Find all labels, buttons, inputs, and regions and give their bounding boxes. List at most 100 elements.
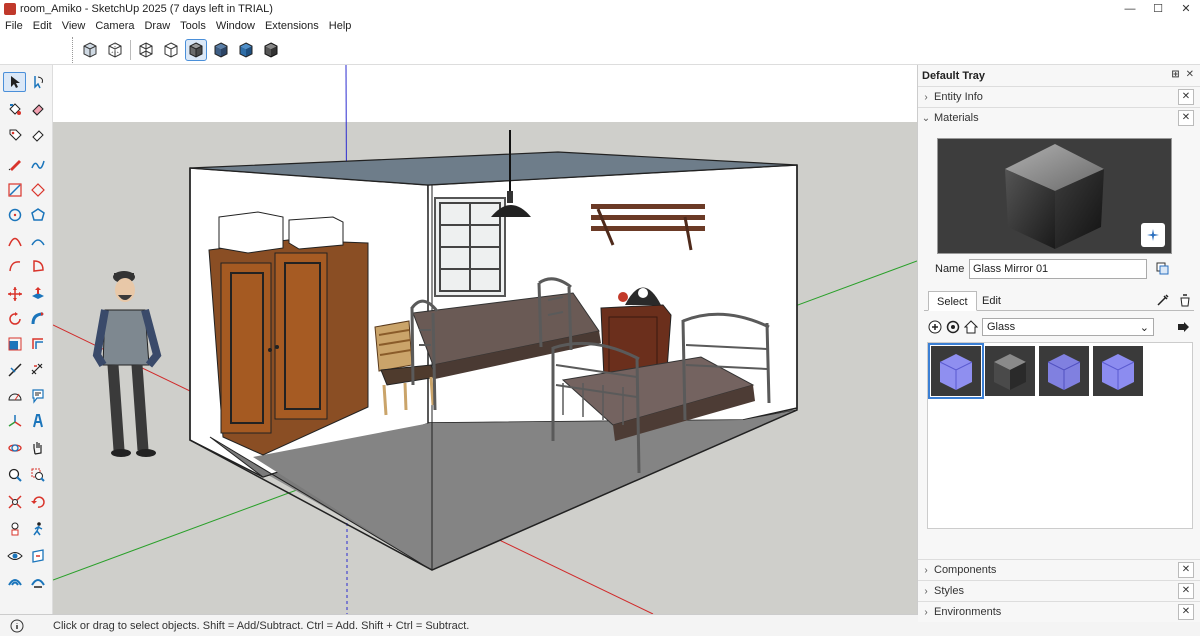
wireframe-style-button[interactable]: [135, 39, 157, 61]
monochrome-style-button[interactable]: [235, 39, 257, 61]
rectangle-tool[interactable]: [3, 180, 26, 200]
details-arrow-icon[interactable]: [1176, 320, 1190, 334]
sparkle-icon[interactable]: [1141, 223, 1165, 247]
add-plus-circle-icon[interactable]: [928, 320, 942, 334]
panel-environments[interactable]: › Environments ✕: [918, 601, 1200, 622]
arc-3pt-tool[interactable]: [3, 256, 26, 276]
menu-file[interactable]: File: [0, 20, 28, 32]
menu-edit[interactable]: Edit: [28, 20, 57, 32]
menu-draw[interactable]: Draw: [139, 20, 175, 32]
section-display-tool[interactable]: [3, 571, 26, 591]
rotate-tool[interactable]: [3, 309, 26, 329]
section-plane-tool[interactable]: [26, 546, 49, 566]
maximize-button[interactable]: ☐: [1144, 0, 1172, 18]
look-around-tool[interactable]: [3, 546, 26, 566]
pie-tool[interactable]: [26, 256, 49, 276]
swatch-glass-dark[interactable]: [985, 346, 1035, 396]
pencil-tool[interactable]: [3, 154, 26, 174]
close-panel-icon[interactable]: ✕: [1178, 562, 1194, 578]
model-viewport[interactable]: [53, 65, 917, 614]
swatch-glass-blue-2[interactable]: [1039, 346, 1089, 396]
tab-edit[interactable]: Edit: [974, 291, 1009, 311]
menu-window[interactable]: Window: [211, 20, 260, 32]
rotated-rectangle-tool[interactable]: [26, 180, 49, 200]
text-label-icon: [31, 389, 44, 404]
arc-2pt-tool[interactable]: [26, 231, 49, 251]
ambient-occlusion-style-button[interactable]: [260, 39, 282, 61]
panel-components[interactable]: › Components ✕: [918, 559, 1200, 580]
zoom-tool[interactable]: [3, 465, 26, 485]
back-edges-style-button[interactable]: [104, 39, 126, 61]
swatch-glass-blue-1[interactable]: [928, 343, 984, 399]
scale-tool[interactable]: [3, 334, 26, 354]
zoom-window-tool[interactable]: [26, 465, 49, 485]
material-name-input[interactable]: [969, 259, 1147, 279]
protractor-tool[interactable]: [3, 386, 26, 406]
library-dropdown[interactable]: Glass ⌄: [982, 318, 1154, 336]
eraser-tool[interactable]: [26, 99, 49, 119]
menu-help[interactable]: Help: [324, 20, 357, 32]
rectangle-icon: [7, 183, 22, 197]
tab-select[interactable]: Select: [928, 291, 977, 311]
window-title: room_Amiko - SketchUp 2025 (7 days left …: [20, 3, 273, 15]
shaded-textures-style-button[interactable]: [210, 39, 232, 61]
protractor-icon: [7, 393, 22, 401]
close-panel-icon[interactable]: ✕: [1178, 110, 1194, 126]
select-tool[interactable]: [3, 72, 26, 92]
menu-camera[interactable]: Camera: [90, 20, 139, 32]
panel-entity-info[interactable]: › Entity Info ✕: [918, 86, 1200, 107]
model-materials-icon[interactable]: [946, 320, 960, 334]
3d-text-tool[interactable]: [26, 411, 49, 431]
default-tray: Default Tray ⊞ ✕ › Entity Info ✕ ⌄ Mater…: [917, 65, 1200, 622]
sketchup-logo-icon: [4, 3, 16, 15]
xray-style-button[interactable]: [79, 39, 101, 61]
section-fill-tool[interactable]: [26, 571, 49, 591]
previous-view-tool[interactable]: [26, 492, 49, 512]
follow-me-tool[interactable]: [26, 309, 49, 329]
close-panel-icon[interactable]: ✕: [1178, 89, 1194, 105]
close-icon[interactable]: ✕: [1186, 69, 1194, 80]
position-camera-tool[interactable]: [3, 519, 26, 539]
circle-tool[interactable]: [3, 205, 26, 225]
scale-icon: [8, 337, 21, 351]
create-material-icon[interactable]: [1155, 261, 1169, 278]
arc-tool[interactable]: [3, 231, 26, 251]
minimize-button[interactable]: —: [1116, 0, 1144, 18]
walk-tool[interactable]: [26, 519, 49, 539]
hidden-line-style-button[interactable]: [160, 39, 182, 61]
dimension-tool[interactable]: [26, 360, 49, 380]
offset-tool[interactable]: [26, 334, 49, 354]
panel-materials[interactable]: ⌄ Materials ✕: [918, 107, 1200, 128]
zoom-extents-tool[interactable]: [3, 492, 26, 512]
move-tool[interactable]: [3, 284, 26, 304]
close-window-button[interactable]: ✕: [1172, 0, 1200, 18]
home-icon[interactable]: [964, 320, 978, 334]
swatch-glass-blue-3[interactable]: [1093, 346, 1143, 396]
bucket-icon[interactable]: [1178, 293, 1192, 307]
shaded-style-button[interactable]: [185, 39, 207, 61]
axes-tool[interactable]: [3, 411, 26, 431]
materials-body: Name Select Edit Glass ⌄: [918, 128, 1200, 559]
title-bar: room_Amiko - SketchUp 2025 (7 days left …: [0, 0, 1200, 18]
menu-view[interactable]: View: [57, 20, 91, 32]
freehand-tool[interactable]: [26, 154, 49, 174]
panel-styles[interactable]: › Styles ✕: [918, 580, 1200, 601]
sketchup-window: { "window": { "title": "room_Amiko - Ske…: [0, 0, 1200, 636]
orbit-tool[interactable]: [3, 438, 26, 458]
eyedropper-icon[interactable]: [1156, 293, 1170, 307]
pan-tool[interactable]: [26, 438, 49, 458]
dimension-icon: [31, 363, 42, 375]
close-panel-icon[interactable]: ✕: [1178, 604, 1194, 620]
pin-icon[interactable]: ⊞: [1171, 69, 1179, 80]
tag-tool[interactable]: [3, 125, 26, 145]
text-tool[interactable]: [26, 386, 49, 406]
push-pull-tool[interactable]: [26, 284, 49, 304]
menu-extensions[interactable]: Extensions: [260, 20, 324, 32]
eraser-alt-tool[interactable]: [26, 125, 49, 145]
paint-bucket-tool[interactable]: [3, 99, 26, 119]
tape-measure-tool[interactable]: [3, 360, 26, 380]
close-panel-icon[interactable]: ✕: [1178, 583, 1194, 599]
polygon-tool[interactable]: [26, 205, 49, 225]
lasso-select-tool[interactable]: [26, 72, 49, 92]
menu-tools[interactable]: Tools: [175, 20, 211, 32]
